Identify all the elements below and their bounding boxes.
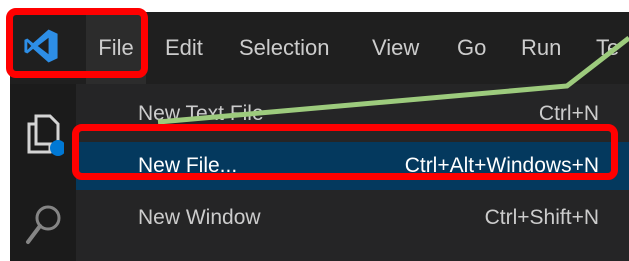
annotation-pointer-line bbox=[157, 36, 629, 125]
highlight-file-menu bbox=[6, 8, 148, 78]
highlight-new-file-item bbox=[72, 124, 618, 180]
